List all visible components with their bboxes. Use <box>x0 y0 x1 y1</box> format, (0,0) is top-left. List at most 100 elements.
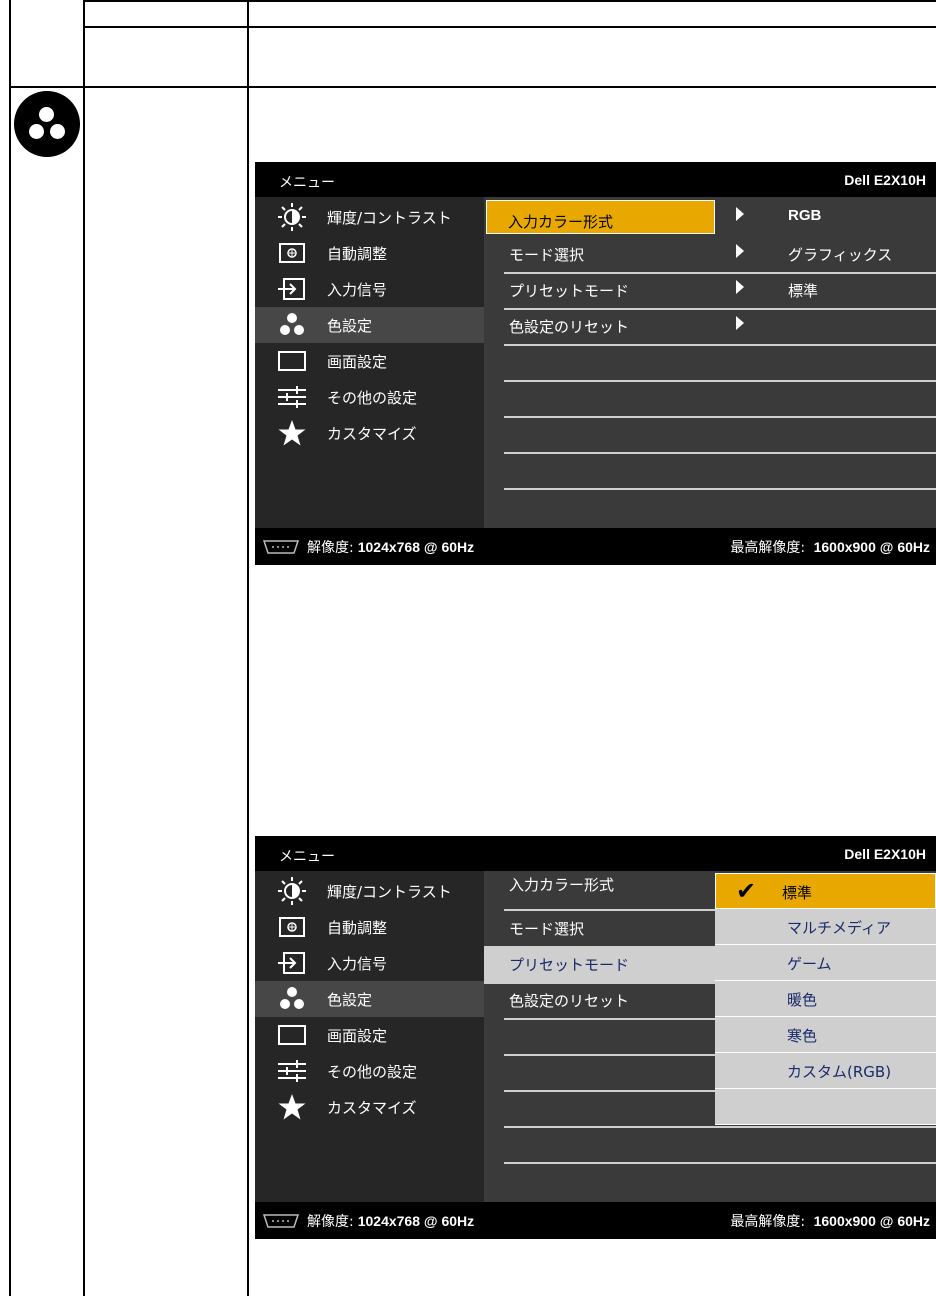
submenu-item-label: モード選択 <box>509 920 585 938</box>
vga-connector-icon <box>262 540 300 554</box>
preset-option-selected[interactable]: ✔ 標準 <box>715 873 936 909</box>
menu-item-customize[interactable]: カスタマイズ <box>255 415 484 451</box>
menu-item-color-settings[interactable]: 色設定 <box>255 307 484 343</box>
preset-option[interactable]: ゲーム <box>715 945 936 981</box>
preset-option-empty <box>715 1089 936 1125</box>
submenu-row[interactable]: プリセットモード 標準 <box>504 272 936 310</box>
max-resolution-value: 1600x900 @ 60Hz <box>813 1213 930 1229</box>
preset-option[interactable]: 暖色 <box>715 981 936 1017</box>
menu-item-label: 画面設定 <box>327 352 388 371</box>
menu-item-label: 画面設定 <box>327 1026 388 1045</box>
submenu-row: RGB <box>504 199 936 235</box>
menu-title: メニュー <box>279 175 335 191</box>
input-source-icon <box>277 948 307 978</box>
max-resolution: 最高解像度: 1600x900 @ 60Hz <box>730 1211 930 1231</box>
display-icon <box>277 1020 307 1050</box>
preset-option-label: 暖色 <box>787 991 818 1009</box>
preset-option[interactable]: マルチメディア <box>715 909 936 945</box>
submenu-item-label: プリセットモード <box>509 282 630 300</box>
settings-sliders-icon <box>277 1056 307 1086</box>
submenu-item-label: 色設定のリセット <box>509 992 630 1010</box>
color-settings-icon <box>14 91 80 157</box>
current-resolution: 解像度: 1024x768 @ 60Hz <box>261 537 474 557</box>
submenu-value: RGB <box>788 207 822 224</box>
resolution-value: 1024x768 @ 60Hz <box>357 1213 475 1229</box>
model-name: Dell E2X10H <box>844 172 926 188</box>
menu-item-customize[interactable]: カスタマイズ <box>255 1089 484 1125</box>
menu-item-display-settings[interactable]: 画面設定 <box>255 343 484 379</box>
current-resolution: 解像度: 1024x768 @ 60Hz <box>261 1211 474 1231</box>
menu-item-input-source[interactable]: 入力信号 <box>255 945 484 981</box>
star-icon <box>277 418 307 448</box>
brightness-icon <box>277 202 307 232</box>
menu-item-color-settings[interactable]: 色設定 <box>255 981 484 1017</box>
resolution-value: 1024x768 @ 60Hz <box>357 539 475 555</box>
submenu-empty-row <box>504 416 936 454</box>
max-resolution-label: 最高解像度: <box>730 1214 806 1230</box>
input-source-icon <box>277 274 307 304</box>
submenu-row[interactable]: モード選択 グラフィックス <box>504 236 936 274</box>
submenu-row[interactable]: 色設定のリセット <box>504 308 936 346</box>
menu-item-input-source[interactable]: 入力信号 <box>255 271 484 307</box>
osd-footer: 解像度: 1024x768 @ 60Hz 最高解像度: 1600x900 @ 6… <box>255 1202 936 1239</box>
menu-item-label: カスタマイズ <box>327 1098 417 1117</box>
display-icon <box>277 346 307 376</box>
menu-item-display-settings[interactable]: 画面設定 <box>255 1017 484 1053</box>
brightness-icon <box>277 876 307 906</box>
submenu-item-label: 入力カラー形式 <box>509 876 615 894</box>
table-border-col1 <box>83 0 85 1296</box>
menu-item-label: 入力信号 <box>327 280 388 299</box>
model-name: Dell E2X10H <box>844 846 926 862</box>
menu-item-label: カスタマイズ <box>327 424 417 443</box>
left-menu: 輝度/コントラスト 自動調整 入力信号 色設定 画面設定 その他の設定 カスタマ… <box>255 871 484 1202</box>
menu-item-other-settings[interactable]: その他の設定 <box>255 379 484 415</box>
table-border-col2 <box>247 0 249 1296</box>
submenu-empty-row <box>504 452 936 490</box>
menu-item-label: 輝度/コントラスト <box>327 882 452 901</box>
menu-item-other-settings[interactable]: その他の設定 <box>255 1053 484 1089</box>
left-menu: 輝度/コントラスト 自動調整 入力信号 色設定 画面設定 その他の設定 カスタマ… <box>255 197 484 528</box>
menu-item-label: 自動調整 <box>327 918 388 937</box>
preset-option-label: 寒色 <box>787 1027 818 1045</box>
resolution-label: 解像度: <box>307 540 354 556</box>
arrow-right-icon <box>736 207 744 221</box>
table-border-left <box>9 0 11 1296</box>
menu-item-auto-adjust[interactable]: 自動調整 <box>255 909 484 945</box>
auto-adjust-icon <box>277 238 307 268</box>
submenu-empty-row <box>504 344 936 382</box>
max-resolution-label: 最高解像度: <box>730 540 806 556</box>
submenu-item-label: モード選択 <box>509 246 585 264</box>
table-row-divider <box>83 26 936 28</box>
auto-adjust-icon <box>277 912 307 942</box>
color-dots-icon <box>277 984 307 1014</box>
menu-item-label: その他の設定 <box>327 1062 418 1081</box>
submenu-item-label: 色設定のリセット <box>509 318 630 336</box>
star-icon <box>277 1092 307 1122</box>
resolution-label: 解像度: <box>307 1214 354 1230</box>
submenu-item-label: プリセットモード <box>509 956 630 974</box>
menu-item-label: 輝度/コントラスト <box>327 208 452 227</box>
arrow-right-icon <box>736 244 744 258</box>
osd-screen: メニュー Dell E2X10H 輝度/コントラスト 自動調整 入力信号 色設定 <box>255 836 936 1239</box>
submenu-value: グラフィックス <box>788 246 893 264</box>
menu-item-brightness[interactable]: 輝度/コントラスト <box>255 873 484 909</box>
max-resolution: 最高解像度: 1600x900 @ 60Hz <box>730 537 930 557</box>
submenu-value: 標準 <box>788 282 819 300</box>
osd-screen: メニュー Dell E2X10H 輝度/コントラスト 自動調整 入力信号 色設定 <box>255 162 936 565</box>
menu-item-label: 入力信号 <box>327 954 388 973</box>
preset-option-label: 標準 <box>782 884 813 902</box>
check-icon: ✔ <box>736 877 757 905</box>
table-row-divider <box>9 86 936 88</box>
submenu-empty-row <box>504 1126 936 1164</box>
preset-option-label: カスタム(RGB) <box>787 1063 892 1081</box>
preset-option[interactable]: カスタム(RGB) <box>715 1053 936 1089</box>
preset-option[interactable]: 寒色 <box>715 1017 936 1053</box>
menu-item-brightness[interactable]: 輝度/コントラスト <box>255 199 484 235</box>
preset-option-label: ゲーム <box>787 955 832 973</box>
menu-item-label: 自動調整 <box>327 244 388 263</box>
menu-item-auto-adjust[interactable]: 自動調整 <box>255 235 484 271</box>
table-row-divider <box>83 0 936 2</box>
preset-option-label: マルチメディア <box>787 919 891 937</box>
menu-item-label: 色設定 <box>327 316 373 335</box>
osd-footer: 解像度: 1024x768 @ 60Hz 最高解像度: 1600x900 @ 6… <box>255 528 936 565</box>
